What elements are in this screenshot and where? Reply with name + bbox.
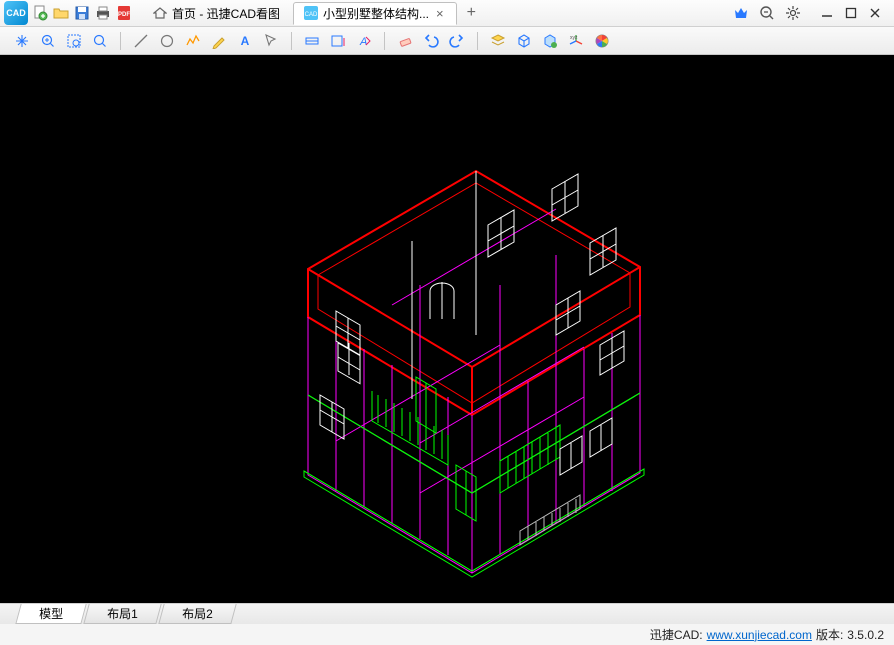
vip-icon[interactable] [732, 4, 750, 22]
redo-button[interactable] [447, 31, 467, 51]
new-file-button[interactable] [31, 4, 49, 22]
cad-canvas[interactable] [0, 55, 894, 603]
status-product: 迅捷CAD: [650, 626, 703, 643]
cad-drawing [0, 55, 894, 603]
zoom-out-icon[interactable] [758, 4, 776, 22]
app-icon: CAD [4, 1, 28, 25]
status-version-label: 版本: [816, 626, 843, 643]
status-bar: 迅捷CAD: www.xunjiecad.com 版本: 3.5.0.2 [0, 624, 894, 645]
tab-home[interactable]: 首页 - 迅捷CAD看图 [142, 2, 291, 25]
tab-active-label: 小型别墅整体结构... [323, 5, 429, 22]
text-tool[interactable]: A [235, 31, 255, 51]
zoom-window-tool[interactable] [64, 31, 84, 51]
right-controls [732, 4, 886, 22]
title-bar: CAD PDF 首页 - 迅捷CAD看图 CAD 小型别墅整体结构... × + [0, 0, 894, 27]
maximize-button[interactable] [840, 4, 862, 22]
xyz-axis-tool[interactable]: xyz [566, 31, 586, 51]
dim-linear-tool[interactable] [302, 31, 322, 51]
status-link[interactable]: www.xunjiecad.com [707, 628, 812, 642]
dim-aligned-tool[interactable] [328, 31, 348, 51]
new-tab-button[interactable]: + [459, 4, 484, 22]
eraser-tool[interactable] [395, 31, 415, 51]
box-3d-tool[interactable] [514, 31, 534, 51]
circle-tool[interactable] [157, 31, 177, 51]
dim-annotate-tool[interactable]: A [354, 31, 374, 51]
save-button[interactable] [73, 4, 91, 22]
zoom-fit-tool[interactable] [90, 31, 110, 51]
tab-home-label: 首页 - 迅捷CAD看图 [172, 5, 280, 22]
tab-active-file[interactable]: CAD 小型别墅整体结构... × [293, 2, 457, 25]
open-file-button[interactable] [52, 4, 70, 22]
orbit-3d-tool[interactable] [540, 31, 560, 51]
tab-model[interactable]: 模型 [15, 604, 86, 624]
close-button[interactable] [864, 4, 886, 22]
cad-file-icon: CAD [304, 6, 318, 20]
pan-tool[interactable] [12, 31, 32, 51]
pdf-button[interactable]: PDF [115, 4, 133, 22]
svg-text:A: A [241, 34, 250, 48]
tab-close-button[interactable]: × [434, 6, 446, 21]
minimize-button[interactable] [816, 4, 838, 22]
undo-button[interactable] [421, 31, 441, 51]
layer-tool[interactable] [488, 31, 508, 51]
svg-text:CAD: CAD [305, 12, 318, 18]
toolbar: A A xyz [0, 27, 894, 55]
svg-text:PDF: PDF [118, 12, 130, 18]
zoom-extents-tool[interactable] [38, 31, 58, 51]
print-button[interactable] [94, 4, 112, 22]
layout-tabs: 模型 布局1 布局2 [0, 603, 894, 624]
svg-text:A: A [359, 36, 367, 48]
status-version: 3.5.0.2 [847, 628, 884, 642]
select-tool[interactable] [261, 31, 281, 51]
line-tool[interactable] [131, 31, 151, 51]
tab-group: 首页 - 迅捷CAD看图 CAD 小型别墅整体结构... × + [142, 2, 729, 25]
svg-text:xyz: xyz [570, 35, 578, 41]
pencil-tool[interactable] [209, 31, 229, 51]
settings-button[interactable] [784, 4, 802, 22]
polyline-tool[interactable] [183, 31, 203, 51]
color-wheel-tool[interactable] [592, 31, 612, 51]
tab-layout1[interactable]: 布局1 [83, 604, 161, 624]
home-icon [153, 6, 167, 20]
tab-layout2[interactable]: 布局2 [158, 604, 236, 624]
